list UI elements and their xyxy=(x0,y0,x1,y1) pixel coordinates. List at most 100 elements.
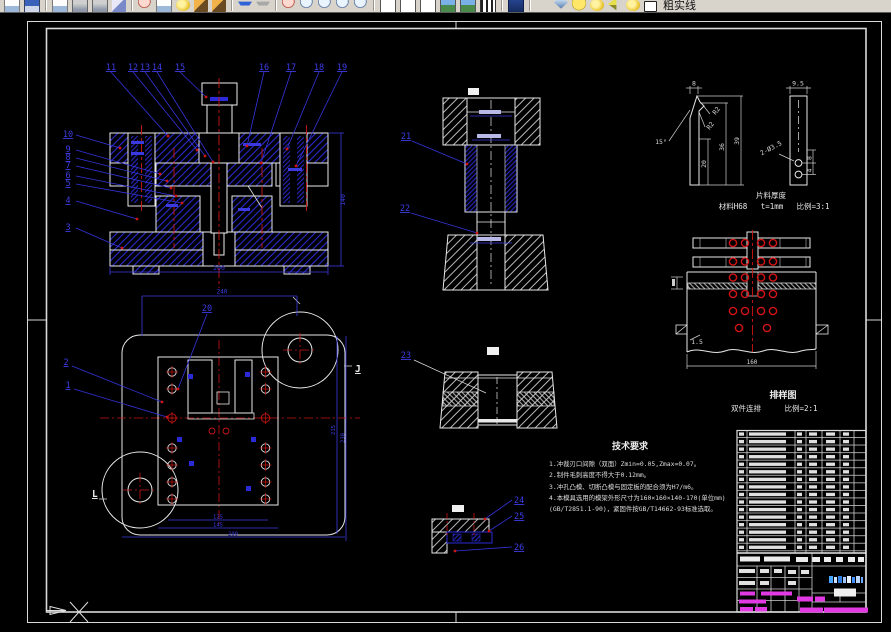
strip-title: 排样图 xyxy=(769,389,796,401)
dim-d4: 4 xyxy=(806,168,814,172)
front-dim-bottom: 200 xyxy=(213,264,225,272)
strip-layout-view: 1.5 160 排样图 双件连排 比例=2:1 xyxy=(671,230,829,413)
zoom-previous-icon[interactable] xyxy=(354,0,368,12)
blank-thickness: t=1mm xyxy=(761,202,784,211)
new-view-icon[interactable] xyxy=(156,0,172,12)
layer-color-swatch[interactable] xyxy=(644,1,657,12)
tech-line-3: 3.冲孔凸模、切断凸模与固定板的配合须为H7/m6。 xyxy=(549,482,697,491)
plan-dim-right-outer: 230 xyxy=(341,433,347,443)
balloon-16: 16 xyxy=(259,63,269,73)
balloon-20: 20 xyxy=(202,304,212,314)
print-preview-icon[interactable] xyxy=(92,0,108,12)
pen-icon[interactable] xyxy=(212,0,226,12)
help-icon[interactable] xyxy=(508,0,524,12)
plan-dim-outer: 200 xyxy=(228,532,238,538)
redo-icon[interactable] xyxy=(256,1,270,12)
dim-39: 39 xyxy=(733,137,741,145)
dim-9-5: 9.5 xyxy=(792,80,804,88)
balloon-12: 12 xyxy=(128,63,138,73)
plan-dim-top: 240 xyxy=(217,289,228,296)
layer-return-icon[interactable] xyxy=(608,0,617,11)
plan-view: J L 240 125 145 200 215 230 20 2 1 xyxy=(63,289,361,541)
strip-dim-side: 1.5 xyxy=(691,338,703,346)
tech-line-5: (GB/T2851.1-90)，紧固件按GB/T14662-93标准选取。 xyxy=(549,504,717,513)
open-icon[interactable] xyxy=(52,0,68,12)
dim-8: 8 xyxy=(692,80,696,88)
strip-scale: 比例=2:1 xyxy=(784,403,817,413)
grid-icon[interactable] xyxy=(480,0,496,12)
front-dim-right: 140 xyxy=(339,194,347,206)
pencil-icon[interactable] xyxy=(194,0,208,12)
technical-requirements: 技术要求 1.冲裁刃口间隙（双面）Zmin=0.05,Zmax=0.07。 2.… xyxy=(549,440,726,513)
dim-15deg: 15° xyxy=(655,138,667,146)
balloon-21: 21 xyxy=(401,132,411,142)
tech-line-1: 1.冲裁刃口间隙（双面）Zmin=0.05,Zmax=0.07。 xyxy=(549,459,700,468)
dim-20: 20 xyxy=(700,160,708,168)
balloon-5: 5 xyxy=(65,179,70,189)
layers-icon[interactable] xyxy=(554,0,568,9)
section-letter-j: J xyxy=(355,364,361,375)
blank-caption: 片料厚度 xyxy=(756,190,786,200)
balloon-17: 17 xyxy=(286,63,296,73)
layer-visibility-icon[interactable] xyxy=(572,0,586,12)
drawing-canvas[interactable]: 200 140 11 12 13 14 15 16 17 18 19 10 9 … xyxy=(0,13,891,632)
bushing-section-view: 23 xyxy=(401,347,558,429)
layer-freeze-icon[interactable] xyxy=(590,0,604,11)
balloon-25: 25 xyxy=(514,512,524,522)
find-text-icon[interactable] xyxy=(380,0,396,12)
dim-36: 36 xyxy=(718,143,726,151)
balloon-14: 14 xyxy=(152,63,162,73)
blank-scale: 比例=3:1 xyxy=(796,201,829,211)
strip-subtitle: 双件连排 xyxy=(731,403,761,413)
tech-line-2: 2.制件毛刺高度不得大于0.12mm。 xyxy=(549,470,650,479)
balloon-4: 4 xyxy=(65,196,70,206)
fill-icon[interactable] xyxy=(176,0,190,11)
balloon-23: 23 xyxy=(401,351,411,361)
cad-application-window: 粗实线 200 140 11 12 13 14 15 16 17 18 19 1… xyxy=(0,0,891,632)
save-icon[interactable] xyxy=(24,0,40,12)
balloon-13: 13 xyxy=(140,63,150,73)
parts-list-table xyxy=(736,429,867,613)
scale-cell xyxy=(834,588,856,597)
title-block xyxy=(737,553,868,613)
punch-detail-view: 21 22 xyxy=(400,88,549,291)
zoom-in-icon[interactable] xyxy=(300,0,314,12)
tech-line-4: 4.本模具选用的模架外形尺寸为160×160×140-170(单位mm) xyxy=(549,493,726,502)
blank-part-detail: 8 15° R2 R2 20 36 39 9.5 2-Ø3.5 8 4 片料厚度… xyxy=(655,80,829,212)
zoom-select-icon[interactable] xyxy=(282,0,296,12)
balloon-2: 2 xyxy=(63,358,68,368)
cell-format-icon[interactable] xyxy=(420,0,436,12)
front-section-view: 200 140 11 12 13 14 15 16 17 18 19 10 9 … xyxy=(63,63,347,288)
balloon-19: 19 xyxy=(337,63,347,73)
company-name-cell xyxy=(829,576,863,583)
layer-name[interactable]: 粗实线 xyxy=(663,0,696,12)
undo-icon[interactable] xyxy=(238,1,252,12)
zoom-out-icon[interactable] xyxy=(318,0,332,12)
stopper-detail-view: 24 25 26 xyxy=(431,496,524,554)
plan-dim-inner: 125 xyxy=(213,515,223,521)
layer-lock-icon[interactable] xyxy=(626,0,640,11)
balloon-1: 1 xyxy=(65,381,70,391)
image-icon[interactable] xyxy=(440,0,456,12)
find-icon[interactable] xyxy=(138,0,152,12)
tech-title: 技术要求 xyxy=(612,440,649,452)
balloon-24: 24 xyxy=(514,496,524,506)
dim-r2b: R2 xyxy=(705,120,716,131)
toolbar: 粗实线 xyxy=(0,0,891,13)
zoom-window-icon[interactable] xyxy=(336,0,350,12)
balloon-7: 7 xyxy=(65,161,70,171)
new-icon[interactable] xyxy=(4,0,20,12)
print-icon[interactable] xyxy=(72,0,88,12)
balloon-15: 15 xyxy=(175,63,185,73)
balloon-11: 11 xyxy=(106,63,116,73)
spellcheck-icon[interactable] xyxy=(112,0,126,12)
balloon-22: 22 xyxy=(400,204,410,214)
balloon-18: 18 xyxy=(314,63,324,73)
plan-dim-right-inner: 215 xyxy=(331,425,337,435)
dim-d8: 8 xyxy=(806,156,814,160)
ole-object-icon[interactable] xyxy=(460,0,476,12)
section-letter-l: L xyxy=(92,489,98,500)
blank-material: 材料H68 xyxy=(719,201,748,211)
plan-dim-mid: 145 xyxy=(213,523,223,529)
table-icon[interactable] xyxy=(400,0,416,12)
